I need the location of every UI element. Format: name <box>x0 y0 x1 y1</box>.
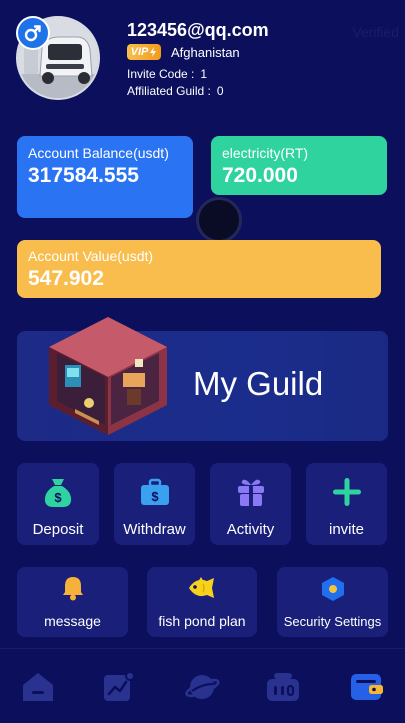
vip-label: VIP <box>130 46 149 58</box>
bell-icon <box>62 574 84 602</box>
invite-code-row: Invite Code : 1 <box>127 67 207 81</box>
bottom-nav <box>0 648 405 723</box>
nav-planet[interactable] <box>184 669 220 705</box>
nav-home[interactable] <box>20 669 56 705</box>
invite-button[interactable]: invite <box>306 463 387 545</box>
gift-icon <box>237 475 265 509</box>
ticket-icon <box>267 673 299 701</box>
withdraw-button[interactable]: $ Withdraw <box>114 463 195 545</box>
chart-icon <box>104 671 135 701</box>
my-guild-title: My Guild <box>193 365 324 402</box>
affiliated-guild-row: Affiliated Guild : 0 <box>127 84 224 98</box>
electricity-label: electricity(RT) <box>222 145 309 161</box>
withdraw-label: Withdraw <box>123 521 186 538</box>
activity-button[interactable]: Activity <box>210 463 291 545</box>
nav-ticket[interactable] <box>265 669 301 705</box>
svg-text:$: $ <box>54 490 62 505</box>
security-settings-button[interactable]: Security Settings <box>277 567 388 637</box>
nav-chart[interactable] <box>101 669 137 705</box>
wallet-icon <box>351 674 383 700</box>
account-balance-label: Account Balance(usdt) <box>28 145 169 161</box>
briefcase-dollar-icon: $ <box>140 475 170 509</box>
account-value-value: 547.902 <box>28 267 104 290</box>
country-label: Afghanistan <box>171 45 240 60</box>
electricity-card[interactable]: electricity(RT) 720.000 <box>211 136 387 195</box>
planet-icon <box>185 675 220 699</box>
lightning-icon <box>150 47 157 57</box>
nav-wallet[interactable] <box>349 669 385 705</box>
deposit-button[interactable]: $ Deposit <box>17 463 99 545</box>
affiliated-guild-value: 0 <box>216 84 224 98</box>
hexagon-icon <box>320 576 346 602</box>
message-button[interactable]: message <box>17 567 128 637</box>
account-balance-value: 317584.555 <box>28 164 139 187</box>
guild-room-illustration <box>49 317 167 435</box>
my-guild-banner[interactable]: My Guild <box>17 317 388 441</box>
account-value-label: Account Value(usdt) <box>28 248 154 264</box>
account-value-card[interactable]: Account Value(usdt) 547.902 <box>17 240 381 298</box>
account-balance-card[interactable]: Account Balance(usdt) 317584.555 <box>17 136 193 218</box>
money-bag-icon: $ <box>43 475 73 509</box>
verified-status: Verified <box>352 24 399 40</box>
plus-icon <box>332 475 362 509</box>
user-email: 123456@qq.com <box>127 20 269 40</box>
electricity-value: 720.000 <box>222 164 298 187</box>
fish-pond-plan-label: fish pond plan <box>158 613 246 629</box>
vip-badge: VIP <box>127 44 161 60</box>
invite-code-label: Invite Code : <box>127 67 195 81</box>
fish-icon <box>186 574 218 602</box>
invite-label: invite <box>328 521 365 538</box>
home-icon <box>23 673 53 701</box>
affiliated-guild-label: Affiliated Guild : <box>127 84 211 98</box>
invite-code-value: 1 <box>200 67 208 81</box>
male-icon <box>16 16 50 50</box>
svg-text:$: $ <box>151 489 159 504</box>
message-label: message <box>44 613 101 629</box>
profile-header: 123456@qq.com Verified VIP Afghanistan I… <box>0 0 405 120</box>
activity-label: Activity <box>226 521 275 538</box>
deposit-label: Deposit <box>32 521 84 538</box>
fish-pond-plan-button[interactable]: fish pond plan <box>147 567 257 637</box>
security-settings-label: Security Settings <box>283 614 382 629</box>
loading-spinner <box>196 197 242 243</box>
